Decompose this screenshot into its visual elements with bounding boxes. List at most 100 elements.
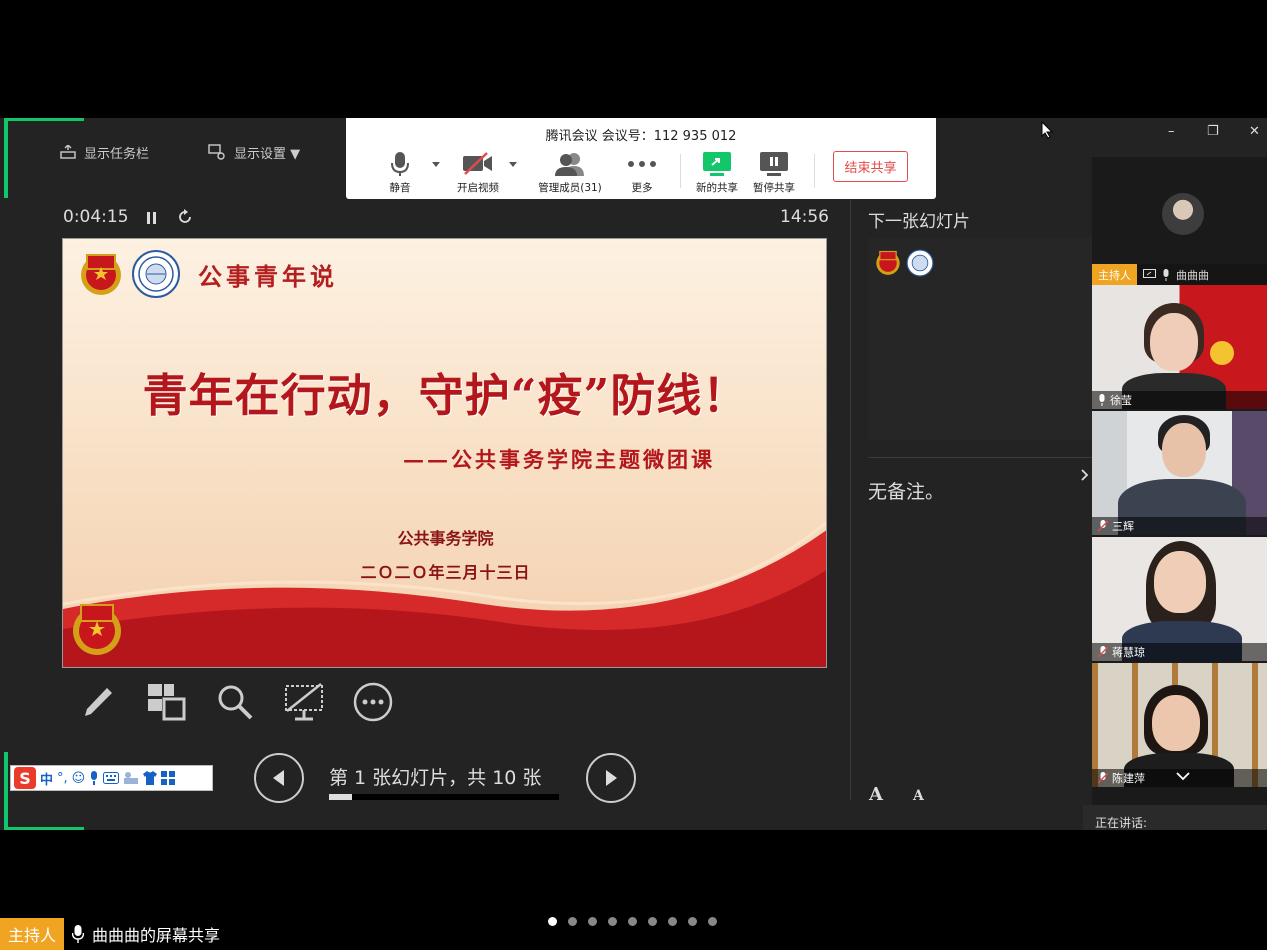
participant-name-bar: 徐莹 — [1092, 391, 1267, 409]
decrease-font-button[interactable]: A — [913, 788, 924, 804]
microphone-icon — [72, 925, 85, 943]
video-person — [1162, 423, 1206, 477]
slide-subtitle: ——公共事务学院主题微团课 — [403, 447, 715, 472]
manage-members-button[interactable]: 管理成员(31) — [534, 151, 606, 195]
current-slide[interactable]: 公事青年说 青年在行动，守护“疫”防线！ ——公共事务学院主题微团课 公共事务学… — [62, 238, 827, 668]
minimize-button[interactable]: – — [1168, 124, 1175, 139]
start-video-label: 开启视频 — [457, 182, 499, 194]
chevron-right-icon — [1081, 469, 1089, 481]
arrow-left-icon — [273, 770, 284, 786]
page-dot[interactable] — [668, 917, 677, 926]
host-avatar[interactable] — [1162, 193, 1204, 235]
pane-divider[interactable] — [850, 200, 851, 800]
voice-input-icon[interactable] — [89, 771, 99, 785]
slide-header: 公事青年说 — [198, 262, 338, 291]
slide-progress-bar[interactable] — [329, 794, 559, 800]
new-share-label: 新的共享 — [696, 182, 738, 194]
pause-share-icon — [760, 152, 788, 176]
menu-grid-icon[interactable] — [161, 771, 176, 785]
page-dot[interactable] — [708, 917, 717, 926]
mute-options-chevron-icon[interactable] — [432, 162, 440, 167]
microphone-muted-icon — [1098, 772, 1108, 784]
mute-label: 静音 — [389, 182, 411, 194]
show-taskbar-button[interactable]: 显示任务栏 — [60, 140, 149, 164]
microphone-muted-icon — [1098, 520, 1108, 532]
page-indicator — [548, 917, 717, 926]
slide-progress-fill — [329, 794, 352, 800]
elapsed-time: 0:04:15 — [63, 207, 129, 227]
slide-title: 青年在行动，守护“疫”防线！ — [142, 369, 749, 422]
punctuation-icon[interactable]: °, — [57, 771, 68, 786]
new-share-icon — [703, 152, 731, 176]
page-dot[interactable] — [588, 917, 597, 926]
previous-slide-button[interactable] — [254, 753, 304, 803]
page-dot[interactable] — [688, 917, 697, 926]
taskbar-icon — [60, 145, 76, 159]
participant-video-tile[interactable]: 徐莹 — [1092, 285, 1267, 409]
close-button[interactable]: ✕ — [1249, 124, 1260, 139]
page-dot[interactable] — [568, 917, 577, 926]
notes-divider — [868, 457, 1092, 458]
next-slide-preview[interactable] — [868, 238, 1092, 440]
emoji-icon[interactable]: ☺ — [72, 771, 86, 786]
zoom-button[interactable] — [200, 680, 269, 724]
collapse-panel-button[interactable] — [1077, 462, 1093, 488]
page-dot[interactable] — [648, 917, 657, 926]
next-slide-button[interactable] — [586, 753, 636, 803]
microphone-icon — [391, 152, 409, 176]
restore-button[interactable]: ❐ — [1207, 124, 1219, 139]
mute-button[interactable]: 静音 — [364, 151, 436, 195]
pen-tool-button[interactable] — [62, 680, 131, 724]
more-button[interactable]: 更多 — [606, 151, 678, 195]
manage-members-label: 管理成员(31) — [538, 182, 602, 194]
members-icon — [555, 153, 584, 176]
reset-timer-icon[interactable] — [177, 209, 193, 225]
scroll-down-chevron-icon[interactable] — [1176, 772, 1190, 782]
host-tag: 主持人 — [0, 918, 65, 950]
end-share-button[interactable]: 结束共享 — [833, 151, 908, 182]
ime-toolbar[interactable]: S 中 °, ☺ — [10, 765, 213, 791]
participant-video-tile[interactable]: 陈建萍 — [1092, 663, 1267, 787]
toolbox-icon[interactable] — [123, 771, 139, 785]
ime-mode[interactable]: 中 — [40, 769, 53, 788]
microphone-icon — [1163, 268, 1169, 281]
participant-name: 三辉 — [1112, 520, 1134, 533]
next-slide-label: 下一张幻灯片 — [868, 212, 970, 232]
black-screen-button[interactable] — [269, 680, 338, 724]
keyboard-icon[interactable] — [103, 772, 120, 784]
pause-timer-icon[interactable] — [146, 211, 158, 225]
flag-emblem-icon — [1210, 341, 1234, 365]
page-dot[interactable] — [548, 917, 557, 926]
video-options-chevron-icon[interactable] — [509, 162, 517, 167]
all-slides-button[interactable] — [131, 680, 200, 724]
share-frame-corner — [4, 752, 8, 830]
speaker-notes: 无备注。 — [868, 481, 945, 503]
more-options-button[interactable] — [338, 680, 407, 724]
screen-off-icon — [284, 683, 323, 721]
participant-video-tile[interactable]: 三辉 — [1092, 411, 1267, 535]
display-settings-button[interactable]: 显示设置 ▼ — [208, 140, 300, 164]
skin-shirt-icon[interactable] — [143, 771, 158, 785]
page-dot[interactable] — [608, 917, 617, 926]
meeting-title: 腾讯会议 会议号：112 935 012 — [545, 129, 737, 144]
host-name: 曲曲曲 — [1176, 268, 1209, 282]
share-frame-corner — [4, 118, 8, 198]
participant-name: 陈建萍 — [1112, 772, 1145, 785]
magnifier-icon — [218, 685, 252, 720]
video-person — [1152, 695, 1200, 751]
top-letterbox — [0, 0, 1267, 118]
start-video-button[interactable]: 开启视频 — [442, 151, 514, 195]
page-dot[interactable] — [628, 917, 637, 926]
toolbar-divider — [814, 154, 815, 188]
participant-name: 蒋慧琼 — [1112, 646, 1145, 659]
ellipsis-circle-icon — [353, 682, 392, 722]
microphone-muted-icon — [1098, 646, 1108, 658]
youth-league-emblem-icon — [876, 250, 900, 275]
video-person — [1150, 313, 1198, 371]
screen-share-icon — [1143, 269, 1156, 278]
pause-share-button[interactable]: 暂停共享 — [738, 151, 810, 195]
participant-video-tile[interactable]: 蒋慧琼 — [1092, 537, 1267, 661]
increase-font-button[interactable]: A — [869, 784, 883, 805]
elapsed-timer: 0:04:15 — [63, 207, 129, 227]
host-row[interactable]: 主持人 曲曲曲 — [1092, 264, 1267, 285]
